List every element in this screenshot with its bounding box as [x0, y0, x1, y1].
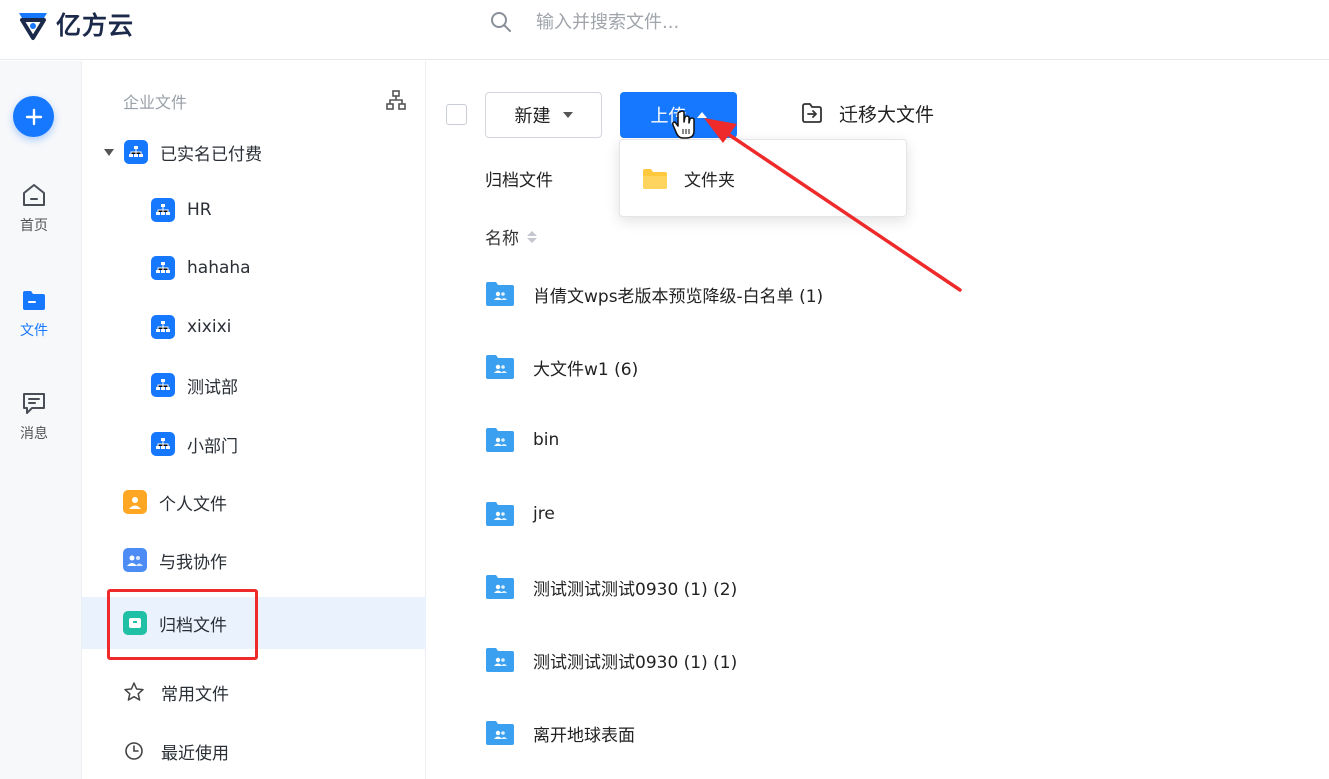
person-icon [123, 490, 147, 514]
file-tree-panel: 企业文件 已实名已付费 HR hahaha xixixi 测试部 小部门 个人文… [82, 61, 426, 779]
tree-dept-label: xixixi [187, 317, 232, 337]
new-button-label: 新建 [514, 106, 551, 127]
tree-dept-label: 测试部 [187, 377, 238, 398]
dropdown-caret-up-icon [696, 112, 707, 118]
table-row[interactable]: jre [485, 494, 1285, 534]
folder-icon [23, 291, 45, 310]
search-input[interactable] [536, 11, 956, 33]
brand-name: 亿方云 [56, 11, 135, 40]
department-icon [151, 315, 175, 339]
column-header-label: 名称 [485, 229, 519, 249]
tree-recent[interactable]: 最近使用 [82, 729, 426, 773]
file-name[interactable]: jre [533, 504, 555, 524]
tree-personal-files[interactable]: 个人文件 [82, 480, 426, 524]
rail-item-home[interactable]: 首页 [0, 181, 68, 235]
table-row[interactable]: 肖倩文wps老版本预览降级-白名单 (1) [485, 274, 1285, 314]
clock-icon [125, 742, 143, 760]
new-button[interactable]: 新建 [485, 92, 602, 138]
sort-icon[interactable] [527, 230, 537, 243]
rail-label-home: 首页 [20, 218, 48, 234]
expand-caret-icon[interactable] [104, 148, 114, 156]
department-icon [151, 256, 175, 280]
tree-dept-label: HR [187, 200, 212, 220]
annotation-highlight-box [107, 589, 258, 660]
file-name[interactable]: 测试测试测试0930 (1) (1) [533, 648, 737, 673]
table-row[interactable]: 大文件w1 (6) [485, 347, 1285, 387]
plus-icon [25, 108, 42, 125]
table-row[interactable]: 离开地球表面 [485, 713, 1285, 753]
table-row[interactable]: bin [485, 420, 1285, 460]
star-icon [124, 682, 144, 701]
home-icon [23, 184, 45, 206]
rail-item-messages[interactable]: 消息 [0, 389, 68, 443]
department-icon [151, 373, 175, 397]
tree-personal-label: 个人文件 [159, 494, 227, 515]
logo-icon [19, 13, 47, 40]
file-name[interactable]: 肖倩文wps老版本预览降级-白名单 (1) [533, 282, 823, 307]
migrate-icon [802, 103, 822, 123]
department-icon [151, 198, 175, 222]
hand-cursor-icon [672, 110, 695, 139]
tree-root-node[interactable]: 已实名已付费 [82, 130, 426, 174]
table-row[interactable]: 测试测试测试0930 (1) (2) [485, 567, 1285, 607]
tree-root-label: 已实名已付费 [160, 144, 262, 165]
shared-folder-icon [486, 282, 514, 306]
create-button[interactable] [13, 96, 54, 137]
tree-favorites[interactable]: 常用文件 [82, 670, 426, 714]
upload-dropdown-menu: 文件夹 [619, 139, 907, 217]
menu-item-label: 文件夹 [684, 171, 735, 191]
migrate-large-file-button[interactable]: 迁移大文件 [799, 97, 934, 129]
org-chart-icon[interactable] [385, 89, 407, 111]
collaborate-icon [123, 548, 147, 572]
department-icon [124, 140, 148, 164]
tree-dept-xixixi[interactable]: xixixi [82, 305, 426, 349]
rail-label-files: 文件 [20, 323, 48, 339]
enterprise-files-header: 企业文件 [123, 93, 188, 112]
file-name[interactable]: 大文件w1 (6) [533, 355, 638, 380]
file-name[interactable]: 离开地球表面 [533, 721, 635, 746]
shared-folder-icon [486, 428, 514, 452]
rail-item-files[interactable]: 文件 [0, 286, 68, 340]
tree-dept-label: 小部门 [187, 436, 238, 457]
folder-icon [643, 168, 667, 189]
shared-folder-icon [486, 355, 514, 379]
tree-shared-with-me[interactable]: 与我协作 [82, 538, 426, 582]
breadcrumb[interactable]: 归档文件 [485, 166, 553, 191]
tree-shared-label: 与我协作 [159, 552, 227, 573]
tree-dept-small[interactable]: 小部门 [82, 422, 426, 466]
migrate-label: 迁移大文件 [839, 103, 935, 126]
shared-folder-icon [486, 721, 514, 745]
message-icon [23, 393, 45, 414]
column-header-name[interactable]: 名称 [485, 224, 537, 249]
tree-dept-hahaha[interactable]: hahaha [82, 246, 426, 290]
tree-recent-label: 最近使用 [161, 743, 229, 764]
table-row[interactable]: 测试测试测试0930 (1) (1) [485, 640, 1285, 680]
department-icon [151, 432, 175, 456]
rail-label-messages: 消息 [20, 426, 48, 442]
shared-folder-icon [486, 575, 514, 599]
shared-folder-icon [486, 648, 514, 672]
brand-logo[interactable]: 亿方云 [16, 6, 134, 42]
menu-item-folder[interactable]: 文件夹 [642, 166, 735, 191]
file-name[interactable]: 测试测试测试0930 (1) (2) [533, 575, 737, 600]
search-icon [491, 12, 511, 32]
top-bar: 亿方云 [0, 0, 1329, 60]
select-all-checkbox[interactable] [446, 104, 467, 125]
tree-dept-hr[interactable]: HR [82, 188, 426, 232]
left-rail: 首页 文件 消息 [0, 61, 82, 779]
tree-favorites-label: 常用文件 [161, 684, 229, 705]
tree-dept-label: hahaha [187, 258, 251, 278]
file-name[interactable]: bin [533, 430, 559, 450]
tree-dept-test[interactable]: 测试部 [82, 363, 426, 407]
search-bar[interactable] [490, 8, 990, 36]
dropdown-caret-icon [562, 112, 573, 118]
shared-folder-icon [486, 502, 514, 526]
